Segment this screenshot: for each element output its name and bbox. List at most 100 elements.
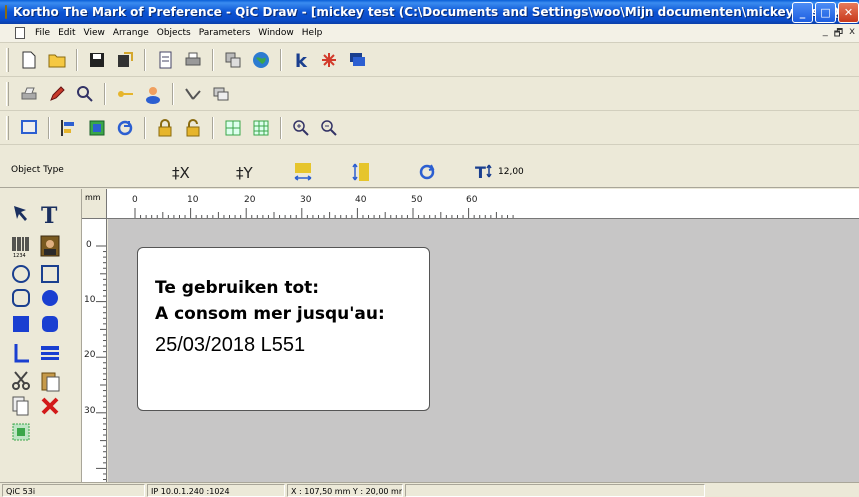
- save-icon[interactable]: [85, 48, 109, 72]
- hruler-label: 60: [466, 195, 478, 205]
- mdi-close-button[interactable]: x: [849, 26, 855, 43]
- select-arrow-icon[interactable]: [8, 201, 34, 227]
- magnifier-icon[interactable]: [73, 82, 97, 106]
- new-file-icon[interactable]: [17, 48, 41, 72]
- rotate-icon[interactable]: [113, 116, 137, 140]
- pencil-icon[interactable]: [45, 82, 69, 106]
- design-canvas[interactable]: Te gebruiken tot: A consom mer jusqu'au:…: [108, 219, 859, 482]
- kortho-logo-icon[interactable]: k: [289, 48, 313, 72]
- rounded-rect-filled-icon[interactable]: [37, 311, 63, 337]
- object-type-label: Object Type: [11, 165, 64, 175]
- connect-icon[interactable]: [181, 82, 205, 106]
- svg-text:‡X: ‡X: [172, 164, 190, 182]
- grid-snap-icon[interactable]: [249, 116, 273, 140]
- mdi-restore-button[interactable]: 🗗: [834, 26, 843, 43]
- copy-objects-icon[interactable]: [221, 48, 245, 72]
- vruler-label: 10: [84, 295, 96, 305]
- vertical-ruler: 0 10 20 30: [82, 219, 107, 482]
- delete-icon[interactable]: [37, 393, 63, 419]
- horizontal-ruler-ticks: [134, 208, 514, 218]
- align-left-icon[interactable]: [57, 116, 81, 140]
- menu-arrange[interactable]: Arrange: [109, 28, 153, 38]
- mdi-controls: _ 🗗 x: [823, 26, 855, 43]
- lines-tool-icon[interactable]: [37, 340, 63, 366]
- svg-text:‡Y: ‡Y: [236, 164, 254, 182]
- flower-tool-icon[interactable]: [317, 48, 341, 72]
- label-text-line-3[interactable]: 25/03/2018 L551: [155, 334, 305, 357]
- maximize-button[interactable]: □: [815, 2, 836, 23]
- flip-x-icon[interactable]: ‡X: [170, 160, 192, 184]
- status-coordinates: X : 107,50 mm Y : 20,00 mm: [287, 484, 403, 497]
- grid-icon[interactable]: [221, 116, 245, 140]
- unlock-icon[interactable]: [181, 116, 205, 140]
- ellipse-filled-icon[interactable]: [37, 285, 63, 311]
- document-icon[interactable]: [15, 27, 25, 39]
- mdi-minimize-button[interactable]: _: [823, 26, 828, 43]
- menu-view[interactable]: View: [80, 28, 109, 38]
- image-tool-icon[interactable]: [37, 233, 63, 259]
- label-text-line-1[interactable]: Te gebruiken tot:: [155, 278, 319, 298]
- key-icon[interactable]: [113, 82, 137, 106]
- rotate-object-icon[interactable]: [416, 160, 438, 184]
- windows-icon[interactable]: [345, 48, 369, 72]
- hruler-label: 30: [300, 195, 312, 205]
- rectangle-filled-icon[interactable]: [8, 311, 34, 337]
- globe-icon[interactable]: [249, 48, 273, 72]
- window-stack-icon[interactable]: [209, 82, 233, 106]
- zoom-in-icon[interactable]: [289, 116, 313, 140]
- close-button[interactable]: ✕: [838, 2, 859, 23]
- cut-icon[interactable]: [8, 368, 34, 394]
- rectangle-outline-icon[interactable]: [37, 261, 63, 287]
- window-controls: _ □ ✕: [792, 2, 859, 23]
- window-title: Kortho The Mark of Preference - QiC Draw…: [13, 5, 859, 19]
- width-stretch-icon[interactable]: [292, 160, 314, 184]
- toolbar-file: k: [0, 44, 859, 77]
- copy-icon[interactable]: [8, 393, 34, 419]
- zoom-out-icon[interactable]: [317, 116, 341, 140]
- label-card[interactable]: Te gebruiken tot: A consom mer jusqu'au:…: [137, 247, 430, 411]
- status-ip: IP 10.0.1.240 :1024: [147, 484, 285, 497]
- menu-window[interactable]: Window: [254, 28, 298, 38]
- document-icon-2[interactable]: [153, 48, 177, 72]
- menu-objects[interactable]: Objects: [153, 28, 195, 38]
- vruler-label: 20: [84, 350, 96, 360]
- print-icon[interactable]: [17, 82, 41, 106]
- menu-help[interactable]: Help: [298, 28, 327, 38]
- font-size-value: 12,00: [498, 167, 524, 177]
- frame-icon[interactable]: [17, 116, 41, 140]
- save-as-icon[interactable]: [113, 48, 137, 72]
- vruler-label: 30: [84, 406, 96, 416]
- line-tool-icon[interactable]: [8, 340, 34, 366]
- object-properties-icon[interactable]: [8, 419, 34, 445]
- minimize-button[interactable]: _: [792, 2, 813, 23]
- status-bar: QiC 53i IP 10.0.1.240 :1024 X : 107,50 m…: [0, 482, 859, 497]
- menu-file[interactable]: File: [31, 28, 54, 38]
- flip-y-icon[interactable]: ‡Y: [234, 160, 256, 184]
- paste-icon[interactable]: [37, 368, 63, 394]
- rounded-rect-outline-icon[interactable]: [8, 285, 34, 311]
- menu-bar: File Edit View Arrange Objects Parameter…: [0, 24, 859, 43]
- menu-parameters[interactable]: Parameters: [195, 28, 255, 38]
- hruler-label: 20: [244, 195, 256, 205]
- height-stretch-icon[interactable]: [350, 160, 372, 184]
- app-icon: [5, 5, 7, 19]
- barcode-icon[interactable]: 1234: [8, 233, 34, 259]
- user-icon[interactable]: [141, 82, 165, 106]
- svg-text:T: T: [475, 163, 486, 182]
- text-tool-icon[interactable]: T: [37, 201, 63, 227]
- svg-text:k: k: [295, 51, 308, 70]
- ellipse-outline-icon[interactable]: [8, 261, 34, 287]
- menu-edit[interactable]: Edit: [54, 28, 79, 38]
- ruler-unit: mm: [82, 189, 107, 219]
- lock-icon[interactable]: [153, 116, 177, 140]
- svg-text:T: T: [41, 203, 58, 226]
- font-size-icon[interactable]: T 12,00: [474, 160, 524, 184]
- hruler-label: 10: [187, 195, 199, 205]
- hruler-label: 0: [132, 195, 138, 205]
- tool-palette: T 1234: [0, 189, 82, 482]
- status-empty-panel: [405, 484, 705, 497]
- open-folder-icon[interactable]: [45, 48, 69, 72]
- print-setup-icon[interactable]: [181, 48, 205, 72]
- group-icon[interactable]: [85, 116, 109, 140]
- label-text-line-2[interactable]: A consom mer jusqu'au:: [155, 304, 385, 324]
